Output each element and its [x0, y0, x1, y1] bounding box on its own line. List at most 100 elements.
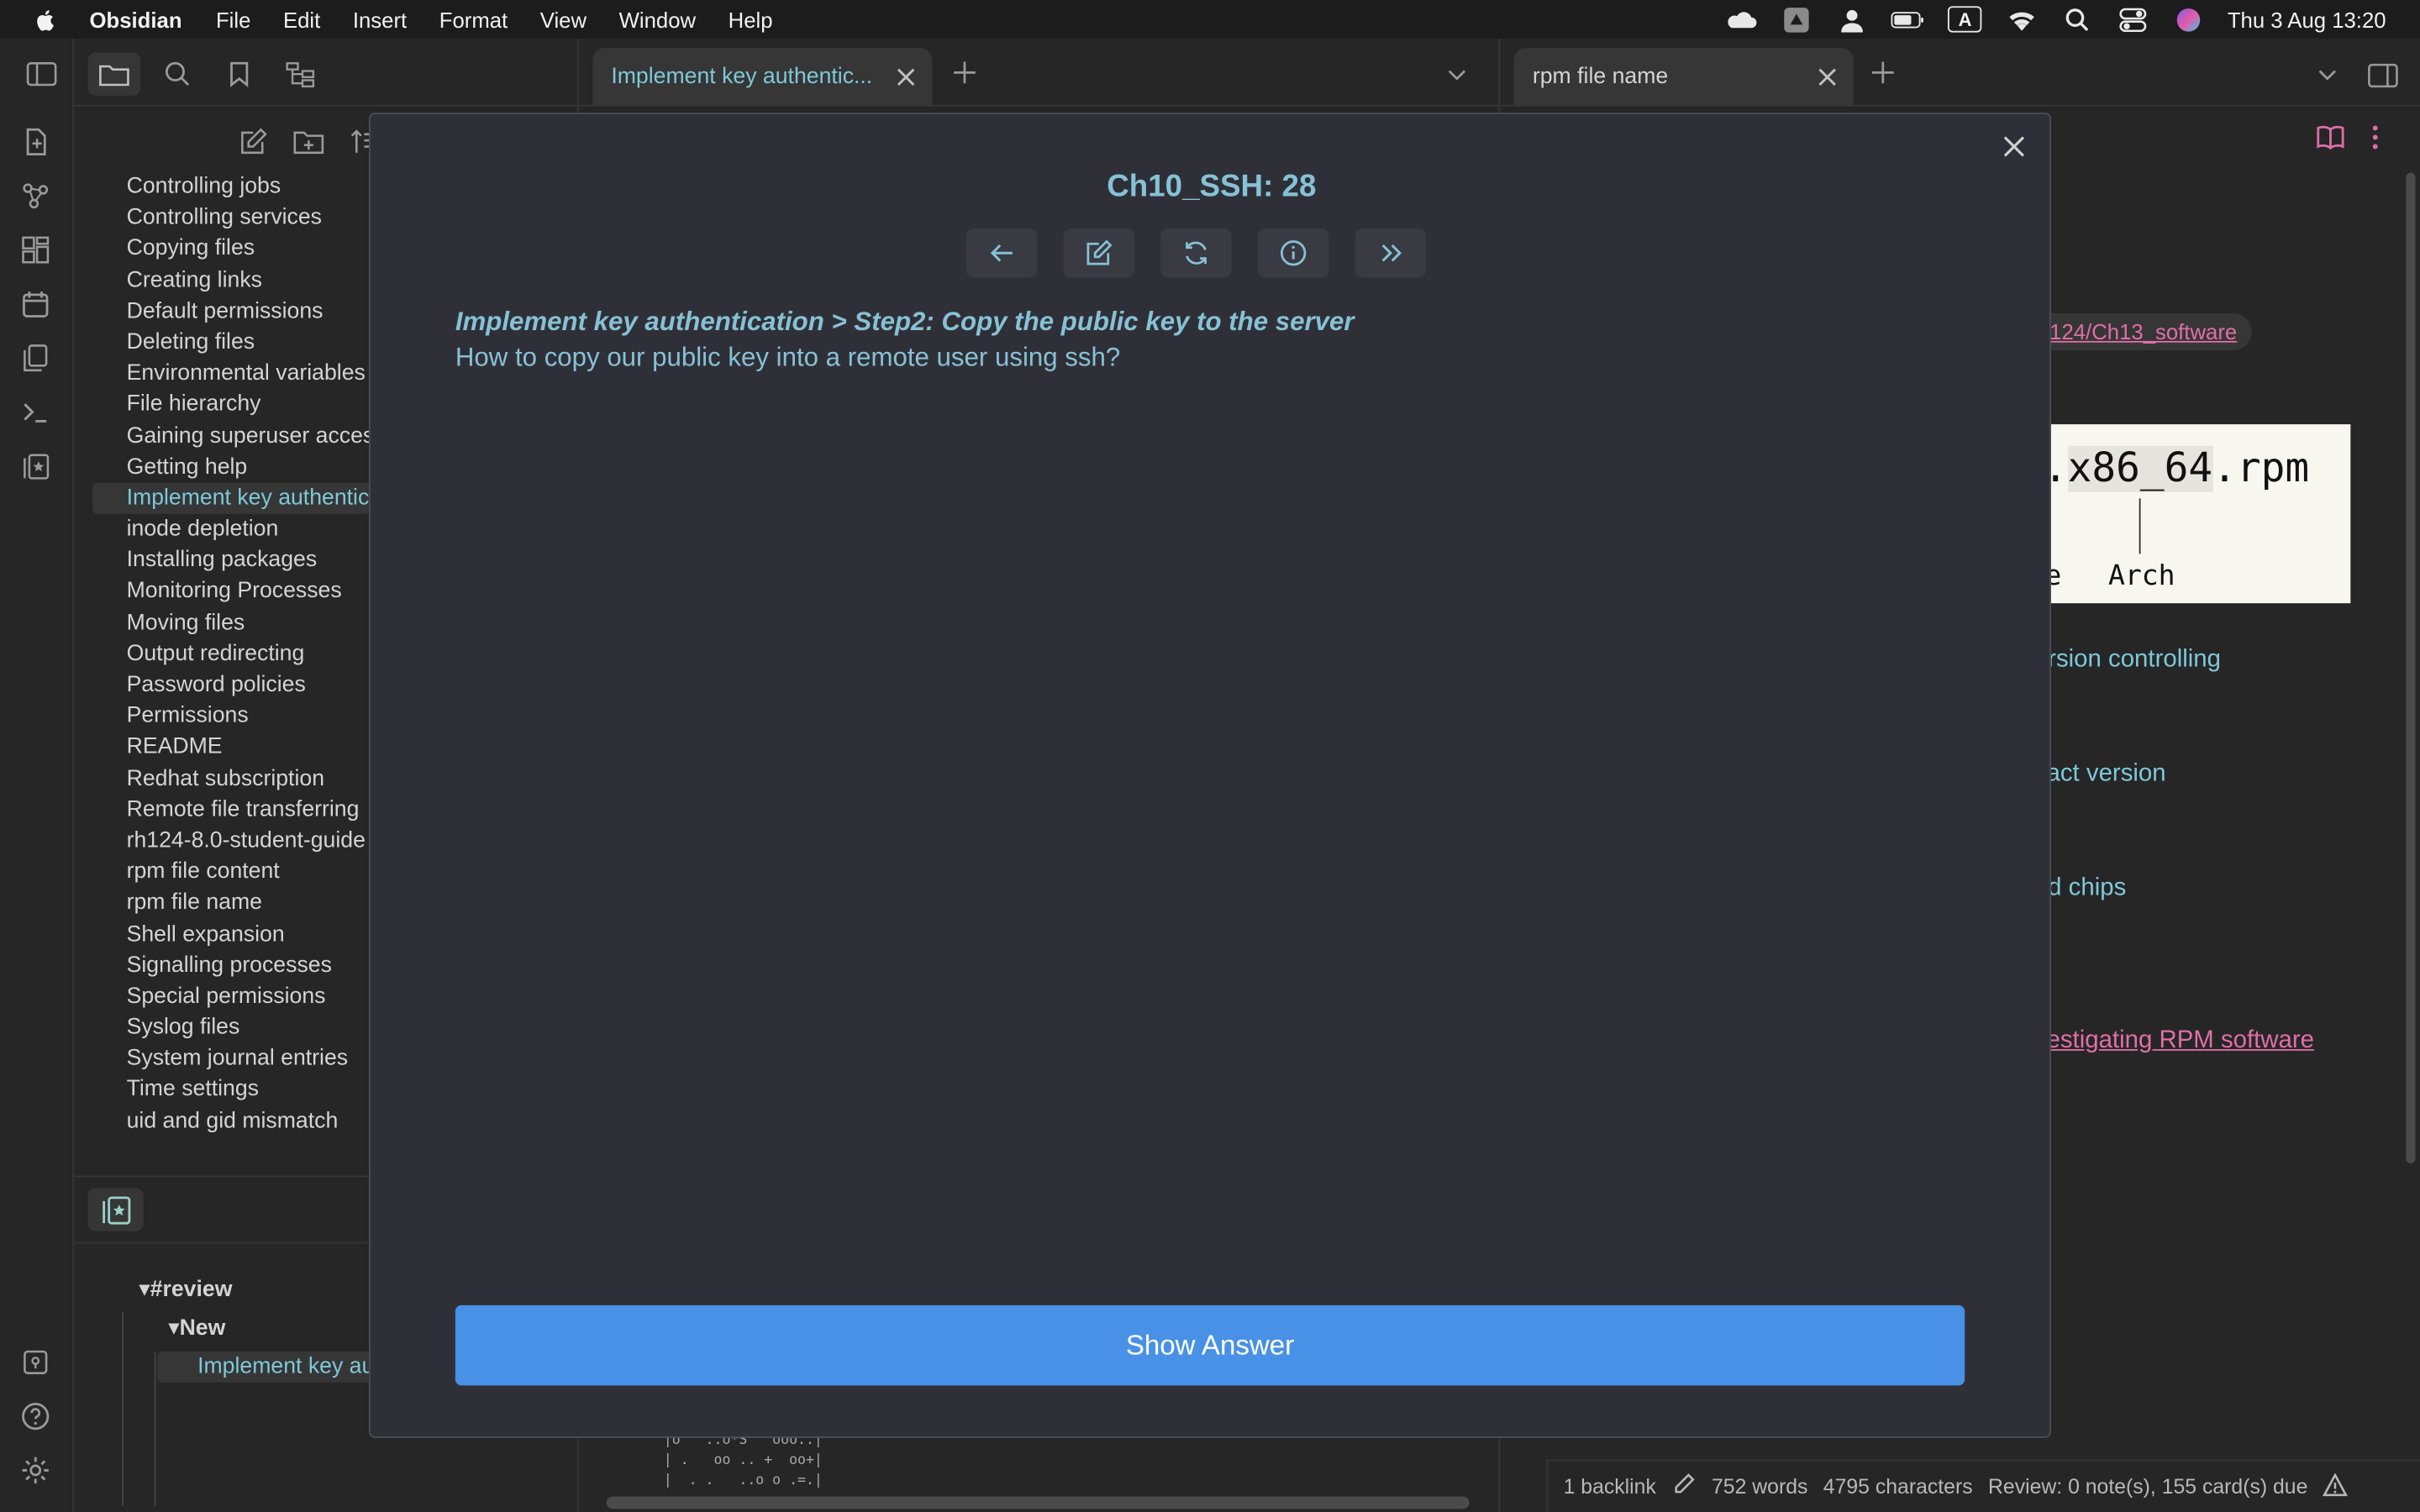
calendar-icon[interactable] [20, 288, 54, 322]
tab-label: rpm file name [1532, 65, 1669, 90]
card-question: How to copy our public key into a remote… [455, 342, 1121, 372]
toggle-right-sidebar-icon[interactable] [2368, 61, 2402, 88]
tree-guide-line [154, 1351, 156, 1506]
review-group-label: New [179, 1315, 226, 1341]
edit-icon [1086, 239, 1113, 265]
graph-view-icon[interactable] [20, 181, 54, 214]
app-menu-obsidian[interactable]: Obsidian [90, 7, 182, 31]
vault-switcher-icon[interactable] [20, 1347, 54, 1380]
flashcards-icon[interactable] [20, 450, 54, 484]
tab-rpm-file-name[interactable]: rpm file name [1513, 47, 1854, 107]
cloud-icon[interactable] [1724, 7, 1758, 31]
ssh-randomart-code-block: |o ..o*S ooo..| | . oo .. + oo+| | . . .… [663, 1433, 823, 1489]
left-tab-bar: Implement key authentic... [576, 38, 1499, 107]
user-icon[interactable] [1835, 7, 1869, 32]
card-context-breadcrumb: Implement key authentication > Step2: Co… [455, 307, 1355, 337]
deck-title: Ch10_SSH: 28 [1107, 170, 1317, 204]
tab-list-chevron-down-icon[interactable] [2315, 61, 2339, 86]
menu-help[interactable]: Help [729, 7, 773, 31]
apple-icon[interactable] [31, 7, 62, 31]
flashcard-toolbar [965, 228, 1453, 278]
rpm-filename-text: .x86_64.rpm [2043, 445, 2310, 492]
back-button[interactable] [965, 228, 1038, 278]
flashcard-review-icon[interactable] [87, 1188, 144, 1231]
diagram-label-arch: Arch [2107, 559, 2175, 593]
input-source-icon[interactable]: A [1947, 6, 1984, 33]
review-tag-label: #review [150, 1277, 233, 1303]
card-info-button[interactable] [1257, 228, 1329, 278]
new-folder-icon[interactable] [281, 122, 336, 162]
review-status[interactable]: Review: 0 note(s), 155 card(s) due [1988, 1475, 2307, 1499]
battery-icon[interactable] [1891, 7, 1924, 31]
skip-card-button[interactable] [1355, 228, 1427, 278]
review-group-node[interactable]: ▾New [168, 1316, 225, 1341]
canvas-icon[interactable] [20, 234, 54, 268]
tab-implement-key-authentication[interactable]: Implement key authentic... [592, 47, 933, 107]
help-icon[interactable] [20, 1401, 54, 1435]
files-tab-folder-icon[interactable] [87, 52, 141, 96]
tab-label: Implement key authentic... [611, 65, 873, 90]
drive-icon[interactable] [1780, 7, 1813, 32]
edit-pencil-icon[interactable] [1671, 1472, 1696, 1501]
collapse-triangle-icon: ▾ [168, 1315, 180, 1341]
siri-icon[interactable] [2172, 7, 2206, 31]
obsidian-window: Obsidian File Edit Insert Format View Wi… [0, 0, 2420, 1512]
menu-window[interactable]: Window [619, 7, 696, 31]
search-icon[interactable] [2060, 7, 2094, 31]
rpm-filename-diagram: .x86_64.rpm se Arch [2033, 424, 2351, 604]
templates-icon[interactable] [20, 343, 54, 376]
character-count: 4795 characters [1823, 1474, 1973, 1499]
menu-view[interactable]: View [540, 7, 587, 31]
warning-icon[interactable] [2323, 1472, 2349, 1500]
close-tab-icon[interactable] [895, 66, 917, 88]
skip-forward-icon [1381, 244, 1402, 262]
file-explorer-toolbar [225, 122, 392, 162]
toggle-sidebar-icon[interactable] [18, 52, 65, 95]
open-quick-switcher-icon[interactable] [20, 127, 54, 160]
menubar-clock[interactable]: Thu 3 Aug 13:20 [2228, 7, 2386, 31]
search-tab-icon[interactable] [151, 52, 203, 95]
backlinks-count[interactable]: 1 backlink [1564, 1475, 1656, 1499]
tree-view-tab-icon[interactable] [275, 52, 327, 95]
menu-format[interactable]: Format [439, 7, 508, 31]
back-arrow-icon [990, 244, 1013, 262]
rpm-arch-highlight: x86_64 [2067, 445, 2213, 492]
input-source-label: A [1948, 6, 1982, 33]
terminal-icon[interactable] [20, 396, 54, 430]
close-tab-icon[interactable] [1817, 66, 1839, 88]
note-tag-link[interactable]: 124/Ch13_software [2033, 312, 2253, 350]
refresh-icon [1186, 241, 1207, 265]
reading-view-book-icon[interactable] [2315, 123, 2346, 159]
sidebar-header [26, 38, 577, 107]
show-answer-button[interactable]: Show Answer [455, 1305, 1965, 1386]
horizontal-scrollbar[interactable] [606, 1496, 1470, 1509]
reset-card-button[interactable] [1160, 228, 1232, 278]
control-center-icon[interactable] [2117, 7, 2150, 32]
word-count: 752 words [1712, 1474, 1808, 1499]
review-tag-node[interactable]: ▾#review [139, 1278, 232, 1302]
vertical-scrollbar[interactable] [2406, 172, 2416, 1163]
edit-card-button[interactable] [1063, 228, 1134, 278]
new-tab-plus-icon[interactable] [952, 60, 980, 88]
menu-bar: Obsidian File Edit Insert Format View Wi… [0, 0, 2420, 39]
internal-link-investigating-rpm-software[interactable]: vestigating RPM software [2034, 1027, 2314, 1055]
ribbon [0, 38, 75, 1512]
bookmarks-tab-icon[interactable] [213, 52, 265, 95]
tree-guide-line [122, 1311, 124, 1506]
new-note-icon[interactable] [225, 122, 281, 162]
info-icon [1281, 240, 1307, 266]
menu-insert[interactable]: Insert [353, 7, 407, 31]
wifi-icon[interactable] [2005, 7, 2039, 31]
internal-link-version-controlling[interactable]: ersion controlling [2034, 647, 2221, 675]
tab-list-chevron-down-icon[interactable] [1444, 61, 1469, 86]
collapse-triangle-icon: ▾ [139, 1277, 150, 1303]
more-options-icon[interactable] [2366, 123, 2385, 159]
new-tab-plus-icon[interactable] [1870, 60, 1898, 88]
status-bar: 1 backlink 752 words 4795 characters Rev… [1546, 1459, 2420, 1512]
right-tab-bar: rpm file name [1498, 38, 2420, 107]
settings-gear-icon[interactable] [20, 1455, 54, 1488]
internal-link-exact-version[interactable]: xact version [2034, 761, 2166, 789]
menu-file[interactable]: File [216, 7, 250, 31]
close-modal-icon[interactable] [2000, 133, 2031, 164]
menu-edit[interactable]: Edit [283, 7, 320, 31]
